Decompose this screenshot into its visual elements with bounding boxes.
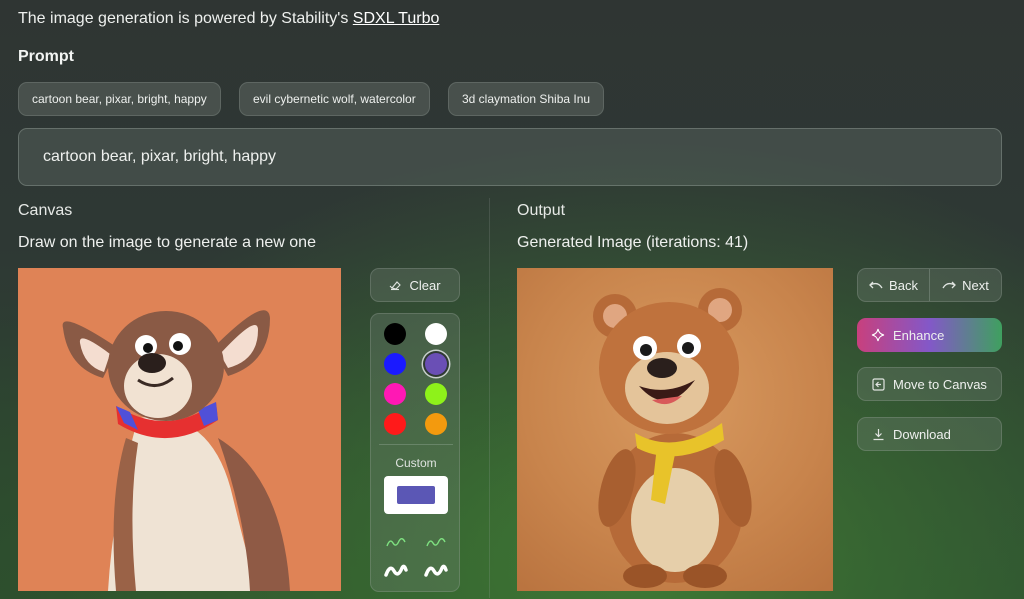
custom-color-picker[interactable] (384, 476, 448, 514)
output-title: Output (517, 202, 566, 219)
eraser-icon (390, 281, 402, 291)
prompt-label: Prompt (18, 48, 74, 65)
example-prompt-chip[interactable]: evil cybernetic wolf, watercolor (239, 82, 430, 116)
next-label: Next (962, 277, 989, 293)
powered-by-text: The image generation is powered by Stabi… (18, 10, 439, 28)
color-swatch-red[interactable] (384, 413, 406, 435)
dog-drawing-image (18, 268, 341, 591)
history-nav-group: Back Next (857, 268, 1002, 302)
example-prompt-chip[interactable]: cartoon bear, pixar, bright, happy (18, 82, 221, 116)
color-swatch-lime[interactable] (425, 383, 447, 405)
undo-arrow-icon (869, 281, 883, 289)
color-swatch-black[interactable] (384, 323, 406, 345)
prompt-input-value: cartoon bear, pixar, bright, happy (43, 148, 277, 165)
bear-image (593, 288, 752, 588)
canvas-subtitle: Draw on the image to generate a new one (18, 234, 316, 251)
sparkle-icon (871, 328, 885, 342)
clear-button[interactable]: Clear (370, 268, 460, 302)
custom-color-label: Custom (395, 456, 437, 470)
canvas-title: Canvas (18, 202, 73, 219)
color-swatch-magenta[interactable] (384, 383, 406, 405)
color-swatch-blue[interactable] (384, 353, 406, 375)
generated-image (517, 268, 833, 591)
sdxl-turbo-link[interactable]: SDXL Turbo (353, 10, 440, 27)
clear-label: Clear (409, 277, 441, 293)
download-icon (873, 428, 884, 440)
download-label: Download (893, 426, 951, 442)
redo-arrow-icon (942, 281, 957, 289)
enhance-label: Enhance (893, 327, 945, 343)
color-swatch-purple-selected[interactable] (425, 353, 447, 375)
color-swatch-orange[interactable] (425, 413, 447, 435)
download-button[interactable]: Download (857, 417, 1002, 451)
enhance-button[interactable]: Enhance (857, 318, 1002, 352)
prompt-input[interactable]: cartoon bear, pixar, bright, happy (18, 128, 1002, 186)
custom-color-preview (397, 486, 435, 504)
powered-by-prefix: The image generation is powered by Stabi… (18, 10, 353, 27)
move-to-canvas-label: Move to Canvas (893, 376, 987, 392)
drawing-canvas[interactable] (18, 268, 341, 591)
thin-brush-alt-icon[interactable] (425, 536, 447, 550)
color-palette: Custom (370, 313, 460, 592)
thick-brush-icon[interactable] (384, 562, 408, 580)
column-divider (489, 198, 490, 598)
next-button[interactable]: Next (930, 269, 1001, 301)
thin-brush-icon[interactable] (385, 536, 407, 550)
back-button[interactable]: Back (858, 269, 930, 301)
move-to-canvas-icon (872, 377, 885, 391)
color-swatch-white[interactable] (425, 323, 447, 345)
move-to-canvas-button[interactable]: Move to Canvas (857, 367, 1002, 401)
thick-brush-alt-icon[interactable] (424, 562, 448, 580)
palette-divider (379, 444, 453, 445)
output-subtitle: Generated Image (iterations: 41) (517, 234, 749, 251)
example-prompt-chip[interactable]: 3d claymation Shiba Inu (448, 82, 605, 116)
back-label: Back (889, 277, 918, 293)
